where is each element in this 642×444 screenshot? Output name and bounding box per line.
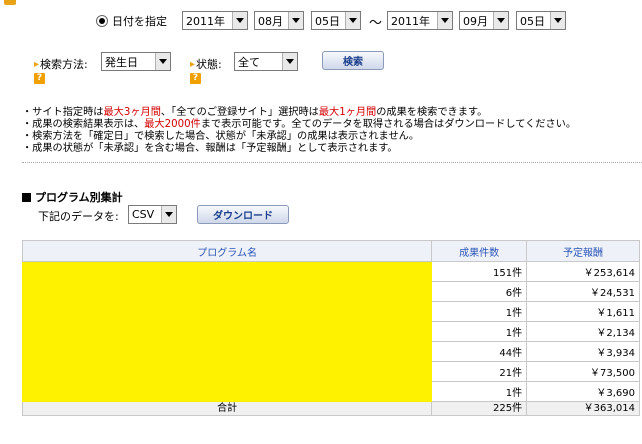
from-year-value: 2011年 bbox=[186, 14, 225, 28]
from-day-value: 05日 bbox=[315, 14, 340, 28]
result-count: 21件 bbox=[431, 361, 528, 382]
to-day-select[interactable]: 05日 bbox=[516, 11, 566, 30]
previous-option-icon bbox=[4, 0, 16, 5]
note-emphasis: 最大3ヶ月間 bbox=[103, 107, 161, 118]
note-emphasis: 最大2000件 bbox=[144, 119, 201, 130]
date-range-separator: ～ bbox=[369, 16, 383, 31]
download-label: 下記のデータを: bbox=[38, 210, 119, 223]
note-line: ・成果の検索結果表示は、最大2000件まで表示可能です。全てのデータを取得される… bbox=[22, 119, 637, 131]
bullet-icon: ▸ bbox=[190, 58, 196, 70]
note-text: ・成果の状態が「未承認」を含む場合、報酬は「予定報酬」として表示されます。 bbox=[22, 143, 398, 154]
estimated-reward: ￥2,134 bbox=[526, 321, 640, 342]
to-year-select[interactable]: 2011年 bbox=[387, 11, 453, 30]
to-year-value: 2011年 bbox=[391, 14, 430, 28]
total-label: 合計 bbox=[21, 401, 433, 416]
to-month-select[interactable]: 09月 bbox=[459, 11, 509, 30]
table-row: 151件 ￥253,614 bbox=[21, 261, 640, 402]
estimated-reward: ￥253,614 bbox=[526, 261, 640, 282]
to-month-value: 09月 bbox=[463, 14, 488, 28]
result-count: 151件 bbox=[431, 261, 528, 282]
download-format-select[interactable]: CSV bbox=[128, 205, 177, 224]
from-month-value: 08月 bbox=[258, 14, 283, 28]
total-reward: ￥363,014 bbox=[526, 401, 640, 416]
download-button[interactable]: ダウンロード bbox=[197, 205, 289, 224]
result-count: 44件 bbox=[431, 341, 528, 362]
chevron-down-icon bbox=[161, 206, 176, 223]
date-radio-button[interactable] bbox=[96, 15, 108, 27]
status-select[interactable]: 全て bbox=[234, 52, 298, 71]
from-month-select[interactable]: 08月 bbox=[254, 11, 304, 30]
chevron-down-icon bbox=[493, 12, 508, 29]
column-header-program[interactable]: プログラム名 bbox=[21, 240, 433, 262]
estimated-reward: ￥3,690 bbox=[526, 381, 640, 402]
chevron-down-icon bbox=[550, 12, 565, 29]
table-header-row: プログラム名 成果件数 予定報酬 bbox=[21, 240, 640, 262]
estimated-reward: ￥3,934 bbox=[526, 341, 640, 362]
status-value: 全て bbox=[238, 55, 260, 69]
chevron-down-icon bbox=[288, 12, 303, 29]
search-method-label: 検索方法: bbox=[40, 58, 88, 71]
result-count: 1件 bbox=[431, 321, 528, 342]
note-line: ・サイト指定時は最大3ヶ月間、「全てのご登録サイト」選択時は最大1ヶ月間の成果を… bbox=[22, 107, 637, 119]
search-method-value: 発生日 bbox=[105, 55, 138, 69]
redacted-program-names bbox=[21, 261, 433, 402]
program-summary-table: プログラム名 成果件数 予定報酬 151件 ￥253,614 6件 ￥24,53… bbox=[21, 240, 640, 416]
chevron-down-icon bbox=[232, 12, 247, 29]
result-count: 1件 bbox=[431, 301, 528, 322]
chevron-down-icon bbox=[155, 53, 170, 70]
help-icon[interactable]: ? bbox=[190, 73, 201, 84]
status-label-group: ▸ 状態: bbox=[190, 56, 222, 72]
result-count: 6件 bbox=[431, 281, 528, 302]
total-row: 合計 225件 ￥363,014 bbox=[21, 401, 640, 416]
radio-selected-dot bbox=[99, 18, 105, 24]
download-format-value: CSV bbox=[132, 208, 155, 221]
divider bbox=[22, 162, 642, 163]
help-icon[interactable]: ? bbox=[34, 73, 45, 84]
chevron-down-icon bbox=[437, 12, 452, 29]
search-notes: ・サイト指定時は最大3ヶ月間、「全てのご登録サイト」選択時は最大1ヶ月間の成果を… bbox=[22, 107, 637, 155]
note-line: ・成果の状態が「未承認」を含む場合、報酬は「予定報酬」として表示されます。 bbox=[22, 143, 637, 155]
search-button[interactable]: 検索 bbox=[322, 51, 384, 70]
note-line: ・検索方法を「確定日」で検索した場合、状態が「未承認」の成果は表示されません。 bbox=[22, 131, 637, 143]
chevron-down-icon bbox=[282, 53, 297, 70]
program-summary-title: プログラム別集計 bbox=[35, 191, 123, 204]
note-text: 、「全てのご登録サイト」選択時は bbox=[160, 107, 319, 118]
to-day-value: 05日 bbox=[520, 14, 545, 28]
from-year-select[interactable]: 2011年 bbox=[182, 11, 248, 30]
estimated-reward: ￥1,611 bbox=[526, 301, 640, 322]
note-text: ・検索方法を「確定日」で検索した場合、状態が「未承認」の成果は表示されません。 bbox=[22, 131, 420, 142]
column-header-count[interactable]: 成果件数 bbox=[431, 240, 528, 262]
date-filter-row: 日付を指定 bbox=[96, 12, 175, 30]
date-radio-label: 日付を指定 bbox=[112, 15, 167, 28]
note-text: ・成果の検索結果表示は、 bbox=[22, 119, 145, 130]
search-method-select[interactable]: 発生日 bbox=[101, 52, 171, 71]
top-strip bbox=[0, 0, 642, 6]
total-count: 225件 bbox=[431, 401, 528, 416]
section-title: プログラム別集計 bbox=[22, 189, 123, 205]
status-label: 状態: bbox=[196, 58, 222, 71]
note-text: の成果を検索できます。 bbox=[376, 107, 488, 118]
chevron-down-icon bbox=[345, 12, 360, 29]
note-emphasis: 最大1ヶ月間 bbox=[318, 107, 377, 118]
search-method-label-group: ▸ 検索方法: bbox=[34, 56, 88, 72]
note-text: まで表示可能です。全てのデータを取得される場合はダウンロードしてください。 bbox=[200, 119, 577, 130]
bullet-icon: ▸ bbox=[34, 58, 40, 70]
estimated-reward: ￥73,500 bbox=[526, 361, 640, 382]
result-count: 1件 bbox=[431, 381, 528, 402]
column-header-reward[interactable]: 予定報酬 bbox=[526, 240, 640, 262]
square-bullet-icon bbox=[22, 192, 31, 202]
from-day-select[interactable]: 05日 bbox=[311, 11, 361, 30]
note-text: ・サイト指定時は bbox=[22, 107, 104, 118]
estimated-reward: ￥24,531 bbox=[526, 281, 640, 302]
